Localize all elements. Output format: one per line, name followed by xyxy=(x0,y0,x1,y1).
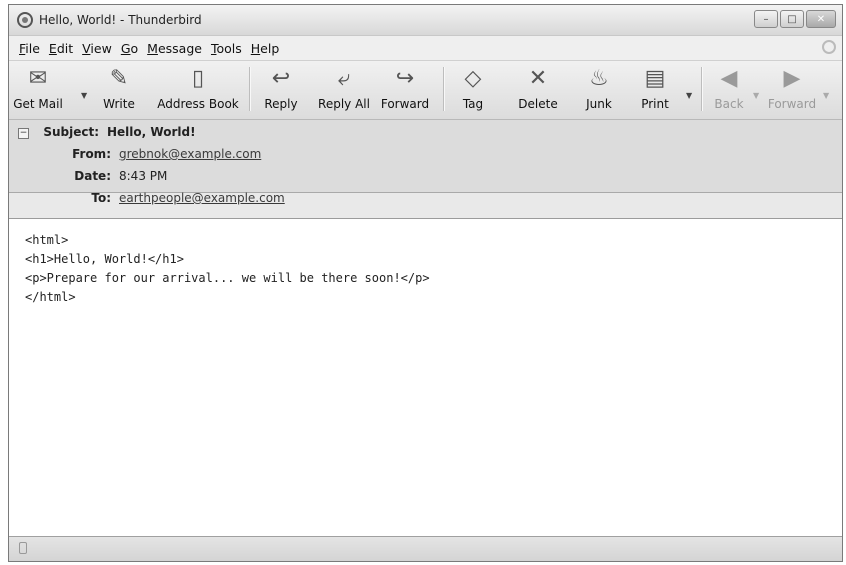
from-row: From: grebnok@example.com xyxy=(29,147,261,161)
menu-message[interactable]: Message xyxy=(147,41,202,56)
reply-icon: ↩ xyxy=(271,66,291,91)
thunderbird-window: Hello, World! - Thunderbird – □ ✕ File E… xyxy=(8,4,843,562)
from-address-link[interactable]: grebnok@example.com xyxy=(119,147,261,161)
printer-icon: ▤ xyxy=(644,66,666,91)
body-line: <p>Prepare for our arrival... we will be… xyxy=(25,271,430,285)
junk-flame-icon: ♨ xyxy=(589,66,609,91)
get-mail-dropdown-arrow-icon[interactable]: ▼ xyxy=(81,91,87,100)
title-bar[interactable]: Hello, World! - Thunderbird – □ ✕ xyxy=(9,5,842,36)
menu-file[interactable]: File xyxy=(19,41,40,56)
back-button[interactable]: ◀ Back xyxy=(709,61,749,119)
security-status-icon xyxy=(19,542,27,554)
close-button[interactable]: ✕ xyxy=(806,10,836,28)
menu-help[interactable]: Help xyxy=(251,41,280,56)
subject-label: Subject: xyxy=(43,125,99,139)
forward-arrow-icon: ▶ xyxy=(783,66,801,91)
thunderbird-app-icon xyxy=(17,12,33,28)
subject-row: Subject: Hello, World! xyxy=(29,125,196,139)
from-label: From: xyxy=(72,147,111,161)
date-row: Date: 8:43 PM xyxy=(29,169,167,183)
activity-throbber-icon xyxy=(822,40,836,54)
reply-button[interactable]: ↩ Reply xyxy=(259,61,303,119)
junk-button[interactable]: ♨ Junk xyxy=(579,61,619,119)
maximize-button[interactable]: □ xyxy=(780,10,804,28)
pencil-icon: ✎ xyxy=(109,66,129,91)
toolbar-separator xyxy=(249,67,251,111)
get-mail-icon: ✉ xyxy=(28,66,48,91)
delete-button[interactable]: ✕ Delete xyxy=(515,61,561,119)
window-controls: – □ ✕ xyxy=(752,10,836,28)
body-line: </html> xyxy=(25,290,76,304)
body-line: <html> xyxy=(25,233,69,247)
main-toolbar: ✉ Get Mail ▼ ✎ Write ▯ Address Book ↩ Re… xyxy=(9,61,842,120)
status-bar xyxy=(9,536,842,561)
message-header-pane: − Subject: Hello, World! From: grebnok@e… xyxy=(9,120,842,193)
menu-bar: File Edit View Go Message Tools Help xyxy=(9,36,842,61)
back-arrow-icon: ◀ xyxy=(720,66,738,91)
window-title: Hello, World! - Thunderbird xyxy=(39,13,202,27)
get-mail-button[interactable]: ✉ Get Mail xyxy=(13,61,63,119)
date-label: Date: xyxy=(74,169,111,183)
toolbar-separator xyxy=(443,67,445,111)
toolbar-separator xyxy=(701,67,703,111)
body-line: <h1>Hello, World!</h1> xyxy=(25,252,184,266)
date-value: 8:43 PM xyxy=(119,169,168,183)
minimize-button[interactable]: – xyxy=(754,10,778,28)
menu-go[interactable]: Go xyxy=(121,41,138,56)
to-label: To: xyxy=(91,191,111,205)
subject-value: Hello, World! xyxy=(107,125,196,139)
to-row: To: earthpeople@example.com xyxy=(29,191,285,205)
write-button[interactable]: ✎ Write xyxy=(99,61,139,119)
forward-button[interactable]: ↪ Forward xyxy=(377,61,433,119)
reply-all-icon: ⤶ xyxy=(337,66,351,91)
back-dropdown-arrow-icon[interactable]: ▼ xyxy=(753,91,759,100)
to-address-link[interactable]: earthpeople@example.com xyxy=(119,191,285,205)
menu-tools[interactable]: Tools xyxy=(211,41,242,56)
forward-icon: ↪ xyxy=(395,66,415,91)
menu-view[interactable]: View xyxy=(82,41,112,56)
reply-all-button[interactable]: ⤶ Reply All xyxy=(315,61,373,119)
delete-x-icon: ✕ xyxy=(528,66,548,91)
address-book-button[interactable]: ▯ Address Book xyxy=(155,61,241,119)
tag-button[interactable]: ◇ Tag xyxy=(455,61,491,119)
print-dropdown-arrow-icon[interactable]: ▼ xyxy=(686,91,692,100)
address-book-icon: ▯ xyxy=(191,66,205,91)
forward-nav-button[interactable]: ▶ Forward xyxy=(765,61,819,119)
message-body[interactable]: <html> <h1>Hello, World!</h1> <p>Prepare… xyxy=(9,218,842,536)
collapse-header-icon[interactable]: − xyxy=(18,128,29,139)
menu-edit[interactable]: Edit xyxy=(49,41,73,56)
tag-icon: ◇ xyxy=(464,66,482,91)
forward-dropdown-arrow-icon[interactable]: ▼ xyxy=(823,91,829,100)
print-button[interactable]: ▤ Print xyxy=(635,61,675,119)
